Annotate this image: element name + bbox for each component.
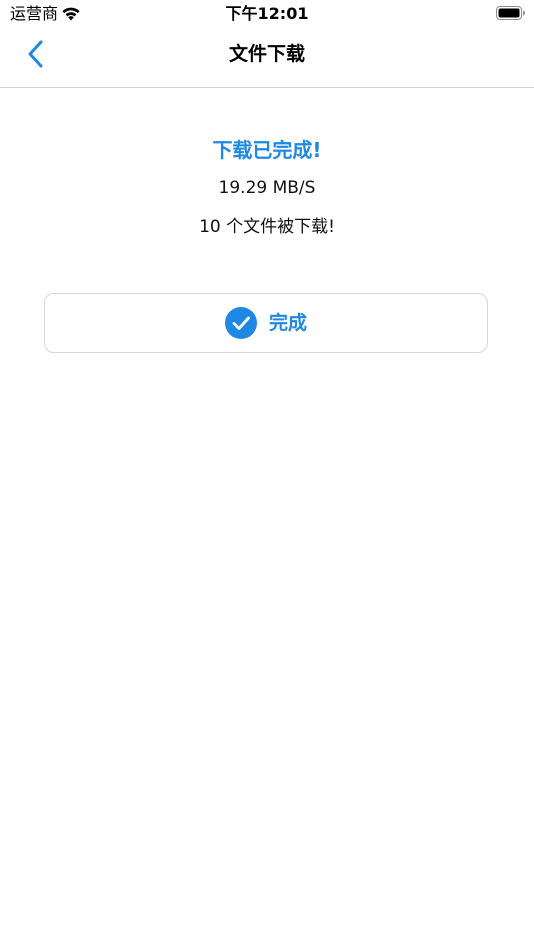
battery-icon (496, 5, 526, 21)
downloaded-file-count: 10 个文件被下载! (199, 217, 335, 237)
page-title: 文件下载 (228, 43, 305, 65)
status-bar: 运营商 下午12:01 (0, 0, 534, 30)
status-time: 下午12:01 (225, 4, 309, 23)
download-status-title: 下载已完成! (212, 138, 322, 162)
download-speed: 19.29 MB/S (218, 178, 316, 198)
done-button[interactable]: 完成 (44, 293, 488, 353)
done-button-label: 完成 (268, 312, 307, 334)
checkmark-circle-icon (224, 307, 257, 339)
navigation-bar: 文件下载 (0, 30, 534, 88)
